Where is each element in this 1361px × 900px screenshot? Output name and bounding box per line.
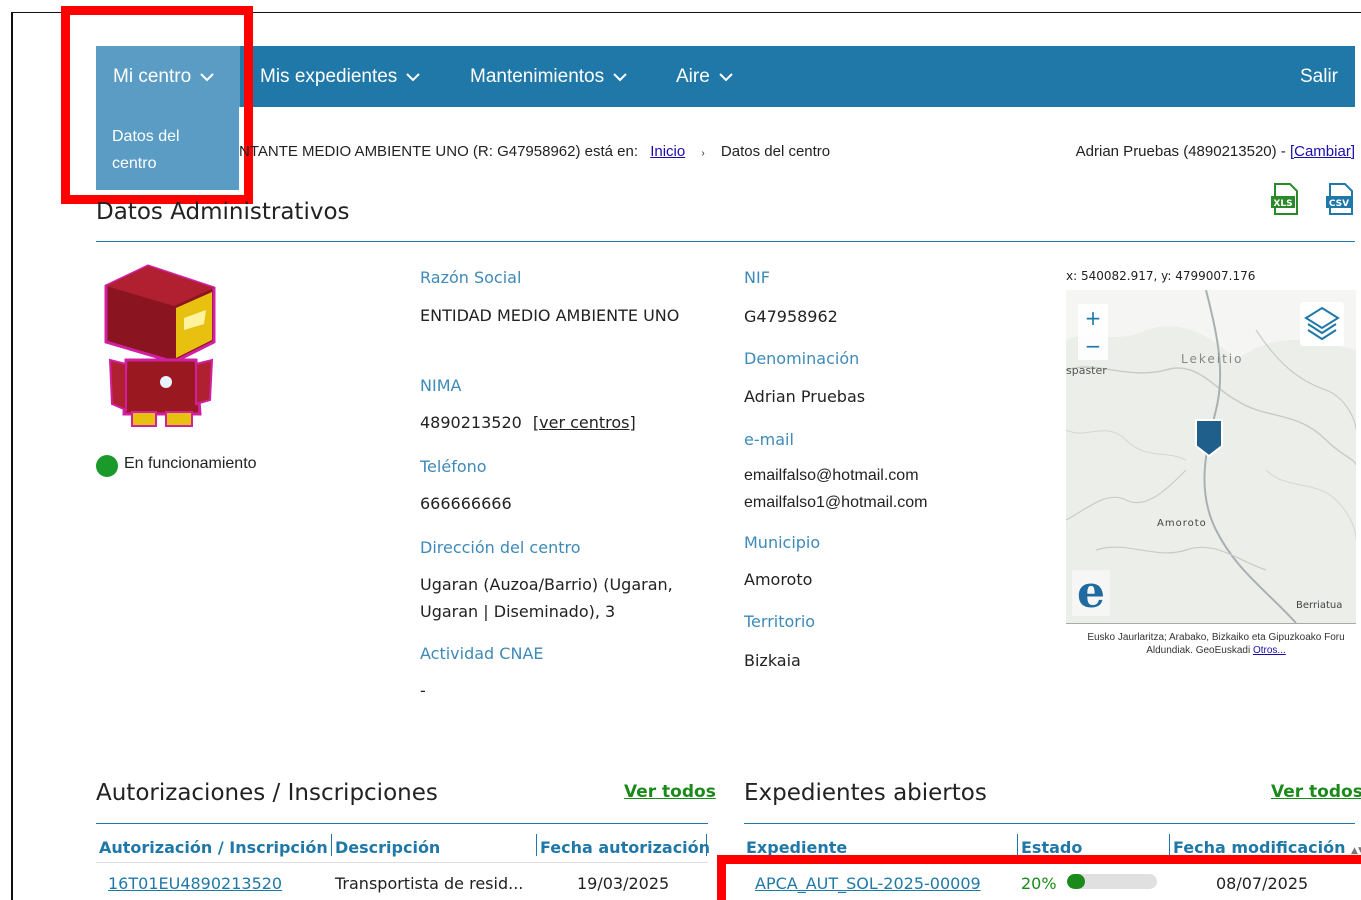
status-indicator-icon [96,455,118,477]
cnae-label: Actividad CNAE [420,644,544,663]
page-title: Datos Administrativos [96,199,350,225]
municipio-value: Amoroto [744,570,813,589]
direccion-value: Ugaran (Auzoa/Barrio) (Ugaran, Ugaran | … [420,575,673,621]
current-user-name: Adrian Pruebas (4890213520) - [1075,143,1290,160]
territorio-value: Bizkaia [744,651,801,670]
nav-mantenimientos-label: Mantenimientos [470,66,605,87]
layers-icon[interactable] [1300,302,1344,346]
breadcrumb-separator-icon: › [701,148,705,159]
chevron-down-icon [719,46,733,107]
euskadi-logo-icon: e [1072,570,1110,616]
direccion-label: Dirección del centro [420,538,581,557]
map-place-berriatua: Berriatua [1296,600,1343,611]
map-pin-icon[interactable] [1194,418,1224,458]
map-place-ispaster: spaster [1066,364,1107,377]
export-xls-icon[interactable]: XLS [1270,183,1300,215]
highlight-box-menu [61,6,253,204]
change-user-link[interactable]: [Cambiar] [1290,143,1355,160]
nif-label: NIF [744,268,770,287]
nav-aire[interactable]: Aire [676,46,733,107]
current-user: Adrian Pruebas (4890213520) - [Cambiar] [1076,143,1355,160]
breadcrumb-prefix: NTANTE MEDIO AMBIENTE UNO (R: G47958962)… [239,143,639,160]
header-row-divider [96,862,708,863]
nav-aire-label: Aire [676,66,710,87]
territorio-label: Territorio [744,612,816,631]
autorizacion-descripcion: Transportista de resid... [335,874,524,893]
breadcrumb: NTANTE MEDIO AMBIENTE UNO (R: G47958962)… [239,143,830,160]
municipio-label: Municipio [744,533,821,552]
map-zoom-in-button[interactable]: + [1078,304,1108,332]
col-separator [331,834,332,856]
main-navbar: Mi centro Mis expedientes Mantenimientos… [96,46,1355,107]
nav-mis-expedientes-label: Mis expedientes [260,66,398,87]
ver-centros-link[interactable]: [ver centros] [533,413,636,432]
export-csv-label: CSV [1329,199,1349,209]
title-divider [96,241,1355,242]
denominacion-value: Adrian Pruebas [744,387,866,406]
chevron-down-icon [613,46,627,107]
map-zoom-out-button[interactable]: − [1078,332,1108,360]
nima-value: 4890213520 [420,413,522,432]
export-xls-label: XLS [1273,199,1292,209]
nav-mis-expedientes[interactable]: Mis expedientes [260,46,421,107]
col-autorizacion-header[interactable]: Autorización / Inscripción [99,838,328,857]
email-value-1: emailfalso@hotmail.com [744,467,919,484]
telefono-label: Teléfono [420,457,487,476]
col-fecha-autorizacion-header[interactable]: Fecha autorización [540,838,710,857]
col-separator [1017,834,1018,856]
map-attribution-text: Eusko Jaurlaritza; Arabako, Bizkaiko eta… [1087,632,1345,656]
col-separator [1169,834,1170,856]
expedientes-divider [744,823,1355,824]
email-label: e-mail [744,430,794,449]
status-label: En funcionamiento [124,455,257,472]
nima-label: NIMA [420,376,462,395]
export-csv-icon[interactable]: CSV [1325,183,1355,215]
autorizaciones-ver-todos-link[interactable]: Ver todos [624,782,716,802]
denominacion-label: Denominación [744,349,860,368]
autorizaciones-divider [96,823,708,824]
highlight-box-expediente [717,855,1361,900]
razon-social-label: Razón Social [420,268,522,287]
avatar [96,264,216,428]
email-value-2: emailfalso1@hotmail.com [744,494,928,511]
logout-link[interactable]: Salir [1300,46,1338,107]
razon-social-value: ENTIDAD MEDIO AMBIENTE UNO [420,306,680,325]
autorizaciones-title: Autorizaciones / Inscripciones [96,780,438,806]
chevron-down-icon [406,46,421,107]
map-place-amoroto: Amoroto [1157,518,1207,529]
col-descripcion-header[interactable]: Descripción [335,838,440,857]
nima-value-row: 4890213520 [ver centros] [420,409,636,436]
col-separator [536,834,537,856]
frame-left-border [11,12,13,900]
breadcrumb-home-link[interactable]: Inicio [650,143,685,160]
expedientes-ver-todos-link[interactable]: Ver todos [1271,782,1361,802]
map-attribution-others-link[interactable]: Otros... [1253,645,1286,656]
autorizacion-code-link[interactable]: 16T01EU4890213520 [108,874,282,893]
map-attribution: Eusko Jaurlaritza; Arabako, Bizkaiko eta… [1076,631,1356,657]
cnae-value: - [420,681,426,700]
breadcrumb-current: Datos del centro [720,143,831,160]
col-separator [706,834,707,856]
nav-mantenimientos[interactable]: Mantenimientos [470,46,627,107]
autorizacion-fecha: 19/03/2025 [577,874,670,893]
map-coordinates: x: 540082.917, y: 4799007.176 [1066,269,1256,283]
expedientes-title: Expedientes abiertos [744,780,987,806]
telefono-value: 666666666 [420,494,512,513]
nif-value: G47958962 [744,307,838,326]
map-place-lekeitio: Lekeitio [1181,352,1244,366]
